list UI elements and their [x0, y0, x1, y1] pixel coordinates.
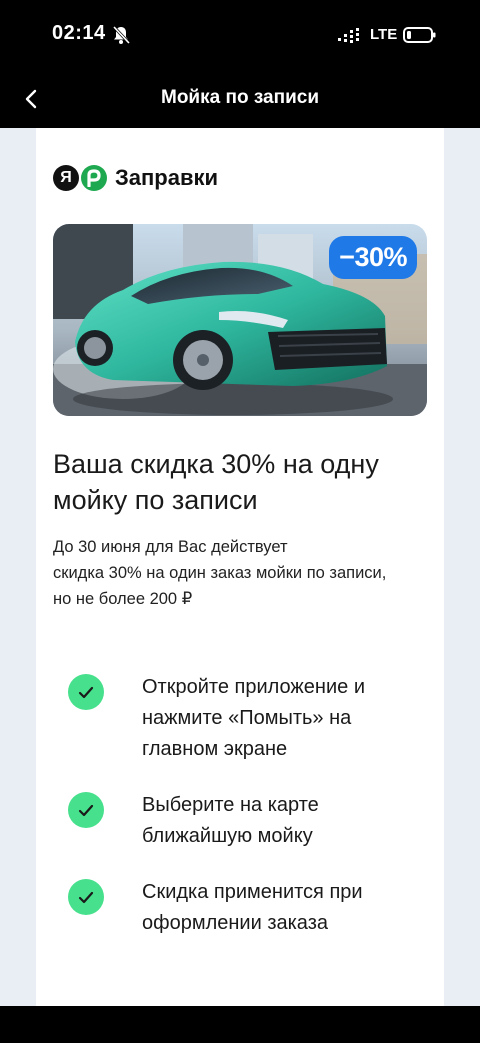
- discount-badge: −30%: [329, 236, 417, 279]
- description-line: До 30 июня для Вас действует: [53, 538, 288, 556]
- checkmark-icon: [68, 792, 104, 828]
- refuel-logo-icon: [81, 165, 107, 191]
- step-line: Откройте приложение и: [142, 676, 365, 698]
- step-text: Откройте приложение и нажмите «Помыть» н…: [142, 672, 428, 765]
- page-title: Мойка по записи: [161, 87, 319, 108]
- step-line: оформлении заказа: [142, 912, 328, 934]
- status-time: 02:14: [52, 22, 106, 44]
- car-photo: −30%: [53, 224, 427, 416]
- checkmark-icon: [68, 879, 104, 915]
- step-line: Выберите на карте: [142, 794, 319, 816]
- step-text: Скидка применится при оформлении заказа: [142, 877, 428, 939]
- step-line: нажмите «Помыть» на: [142, 707, 352, 729]
- headline: Ваша скидка 30% на одну мойку по записи: [53, 449, 379, 515]
- status-bar: 02:14 LTE: [0, 0, 480, 70]
- yandex-logo-icon: Я: [53, 165, 79, 191]
- step-item: Откройте приложение и нажмите «Помыть» н…: [68, 672, 428, 765]
- description-line: скидка 30% на один заказ мойки по записи…: [53, 564, 387, 582]
- system-navigation-bar: [0, 1006, 480, 1043]
- signal-icon: [338, 28, 362, 44]
- description: До 30 июня для Вас действует скидка 30% …: [53, 534, 433, 612]
- step-line: ближайшую мойку: [142, 825, 313, 847]
- step-item: Выберите на карте ближайшую мойку: [68, 790, 428, 852]
- nav-bar: Мойка по записи: [0, 70, 480, 128]
- steps-list: Откройте приложение и нажмите «Помыть» н…: [68, 672, 428, 939]
- promo-card: Я Заправки −30% Ваша скидка 30% на одну …: [36, 128, 444, 1006]
- step-line: главном экране: [142, 738, 288, 760]
- step-line: Скидка применится при: [142, 881, 363, 903]
- bell-off-icon: [112, 25, 131, 45]
- step-item: Скидка применится при оформлении заказа: [68, 877, 428, 939]
- battery-icon: [403, 26, 437, 44]
- network-type: LTE: [370, 26, 398, 43]
- step-text: Выберите на карте ближайшую мойку: [142, 790, 428, 852]
- brand-logo: Я Заправки: [53, 164, 218, 192]
- brand-name: Заправки: [115, 165, 219, 190]
- description-line: но не более 200 ₽: [53, 590, 193, 608]
- checkmark-icon: [68, 674, 104, 710]
